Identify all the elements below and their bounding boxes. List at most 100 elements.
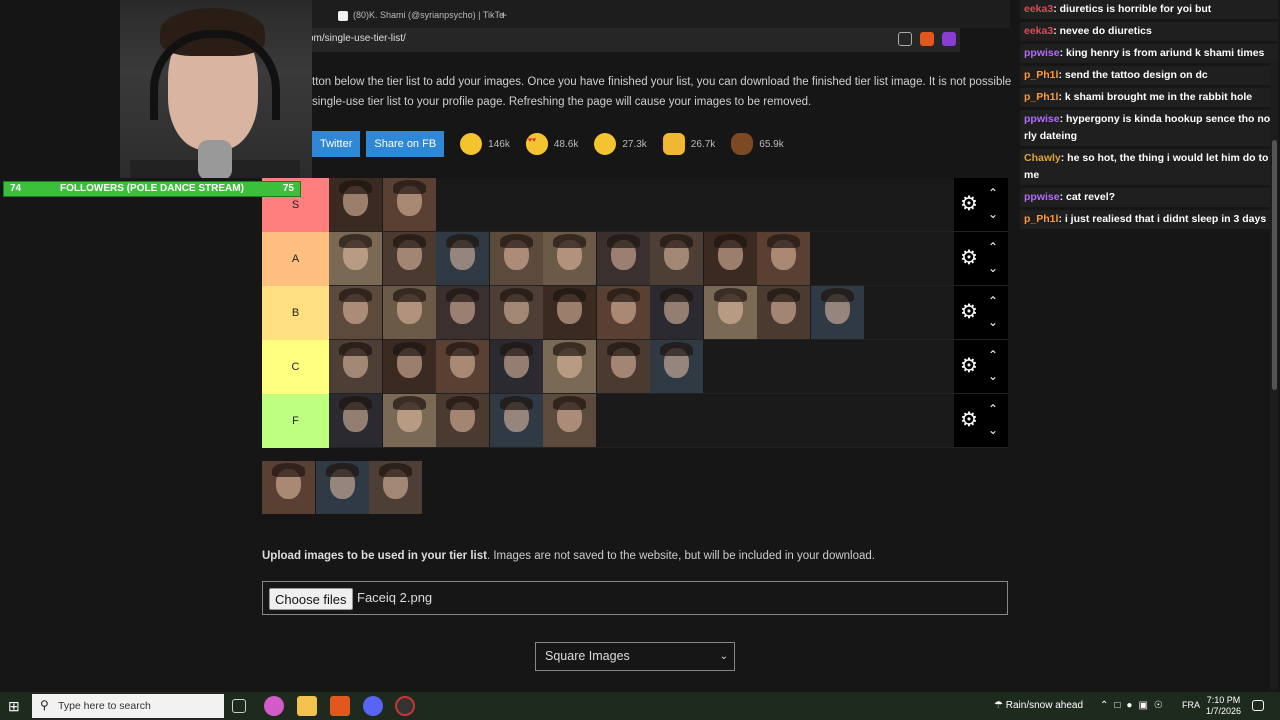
- copilot-icon[interactable]: [264, 696, 284, 716]
- tier-image[interactable]: [703, 286, 757, 339]
- reaction-count: 65.9k: [759, 138, 784, 150]
- tab-label: (80)K. Shami (@syrianpsycho) | TikTo: [353, 10, 505, 20]
- tier-image[interactable]: [543, 340, 596, 393]
- gear-icon[interactable]: ⚙: [960, 302, 980, 322]
- chevron-down-icon[interactable]: ⌄: [986, 262, 1000, 274]
- tier-image[interactable]: [650, 340, 703, 393]
- tier-image[interactable]: [382, 286, 436, 339]
- tier-items: [329, 232, 954, 285]
- tier-image[interactable]: [329, 178, 382, 231]
- follower-goal-bar: 74 FOLLOWERS (POLE DANCE STREAM) 75: [3, 181, 301, 197]
- windows-start-icon[interactable]: ⊞: [8, 699, 22, 713]
- reaction-smile[interactable]: 146k: [460, 133, 510, 155]
- file-input[interactable]: Choose files Faceiq 2.png: [262, 581, 1008, 615]
- tier-image[interactable]: [436, 340, 489, 393]
- address-bar[interactable]: om/single-use-tier-list/: [300, 28, 960, 52]
- chat-message: eeka3: nevee do diuretics: [1020, 22, 1278, 41]
- tier-image[interactable]: [436, 394, 489, 447]
- discord-icon[interactable]: [363, 696, 383, 716]
- tier-image[interactable]: [329, 340, 382, 393]
- share-icon[interactable]: [898, 32, 912, 46]
- tier-image[interactable]: [436, 232, 489, 285]
- reaction-raised-hands[interactable]: 26.7k: [662, 133, 715, 155]
- taskbar-search[interactable]: ⚲ Type here to search: [32, 694, 224, 718]
- chevron-up-icon[interactable]: ⌃: [986, 403, 1000, 415]
- tier-image[interactable]: [329, 286, 382, 339]
- reaction-heart-eyes[interactable]: 48.6k: [525, 133, 578, 155]
- pool-image[interactable]: [315, 461, 369, 514]
- pool-image[interactable]: [262, 461, 315, 514]
- chat-message: eeka3: diuretics is horrible for yoi but: [1020, 0, 1278, 19]
- gear-icon[interactable]: ⚙: [960, 410, 980, 430]
- choose-files-button[interactable]: Choose files: [269, 588, 353, 610]
- weather-text: Rain/snow ahead: [1005, 700, 1084, 711]
- chevron-up-icon[interactable]: ⌃: [986, 241, 1000, 253]
- chevron-down-icon[interactable]: ⌄: [986, 424, 1000, 436]
- chevron-up-icon[interactable]: ⌃: [986, 295, 1000, 307]
- chevron-up-icon[interactable]: ⌃: [986, 187, 1000, 199]
- tier-image[interactable]: [489, 232, 543, 285]
- tier-image[interactable]: [810, 286, 864, 339]
- tier-label[interactable]: C: [262, 340, 329, 394]
- tier-image[interactable]: [757, 232, 810, 285]
- tier-image[interactable]: [329, 232, 382, 285]
- tier-image[interactable]: [596, 340, 650, 393]
- tier-image[interactable]: [757, 286, 810, 339]
- tier-image[interactable]: [650, 232, 703, 285]
- weather-widget[interactable]: ☂ Rain/snow ahead: [994, 700, 1083, 711]
- brave-shield-icon[interactable]: [920, 32, 934, 46]
- chat-text: : he so hot, the thing i would let him d…: [1024, 152, 1269, 181]
- search-icon: ⚲: [40, 698, 49, 712]
- language-indicator[interactable]: FRA: [1182, 700, 1200, 710]
- gear-icon[interactable]: ⚙: [960, 194, 980, 214]
- tier-image[interactable]: [382, 340, 436, 393]
- tier-image[interactable]: [543, 286, 596, 339]
- chevron-down-icon[interactable]: ⌄: [986, 370, 1000, 382]
- reaction-poop[interactable]: 65.9k: [731, 133, 784, 155]
- new-tab-button[interactable]: +: [500, 4, 507, 26]
- tier-label[interactable]: F: [262, 394, 329, 448]
- tier-label[interactable]: A: [262, 232, 329, 286]
- file-explorer-icon[interactable]: [297, 696, 317, 716]
- tier-image[interactable]: [543, 232, 596, 285]
- scrollbar-thumb[interactable]: [1272, 140, 1277, 390]
- tier-image[interactable]: [650, 286, 703, 339]
- chevron-up-icon[interactable]: ⌃: [986, 349, 1000, 361]
- upload-instructions: Upload images to be used in your tier li…: [262, 550, 875, 562]
- gear-icon[interactable]: ⚙: [960, 356, 980, 376]
- tier-image[interactable]: [436, 286, 489, 339]
- chevron-down-icon[interactable]: ⌄: [986, 208, 1000, 220]
- task-view-icon[interactable]: [232, 699, 246, 713]
- chat-username: Chawly: [1024, 152, 1061, 164]
- pool-image[interactable]: [369, 461, 422, 514]
- tier-image[interactable]: [543, 394, 596, 447]
- notification-icon[interactable]: [1252, 700, 1264, 711]
- tier-items: [329, 340, 954, 393]
- obs-icon[interactable]: [395, 696, 415, 716]
- reaction-laugh[interactable]: 27.3k: [594, 133, 647, 155]
- tier-row: S ⚙ ⌃ ⌄: [262, 178, 1008, 232]
- tier-image[interactable]: [489, 340, 543, 393]
- brave-icon[interactable]: [330, 696, 350, 716]
- share-facebook-button[interactable]: Share on FB: [366, 131, 445, 157]
- tier-image[interactable]: [596, 286, 650, 339]
- brave-rewards-icon[interactable]: [942, 32, 956, 46]
- tier-label[interactable]: B: [262, 286, 329, 340]
- gear-icon[interactable]: ⚙: [960, 248, 980, 268]
- tier-image[interactable]: [382, 178, 436, 231]
- chevron-down-icon[interactable]: ⌄: [986, 316, 1000, 328]
- tier-image[interactable]: [489, 286, 543, 339]
- tier-image[interactable]: [703, 232, 757, 285]
- tier-image[interactable]: [329, 394, 382, 447]
- intro-line-2: single-use tier list to your profile pag…: [312, 96, 812, 108]
- tier-row: F ⚙ ⌃ ⌄: [262, 394, 1008, 448]
- share-twitter-button[interactable]: Twitter: [312, 131, 361, 157]
- tier-image[interactable]: [596, 232, 650, 285]
- image-shape-select[interactable]: Square Images ⌄: [535, 642, 735, 671]
- clock[interactable]: 7:10 PM 1/7/2026: [1206, 695, 1241, 717]
- system-tray-icons[interactable]: ⌃□●▣☉: [1100, 700, 1169, 711]
- tier-image[interactable]: [489, 394, 543, 447]
- tier-image[interactable]: [382, 394, 436, 447]
- tier-image[interactable]: [382, 232, 436, 285]
- tab-tiktok[interactable]: (80)K. Shami (@syrianpsycho) | TikTo: [338, 4, 504, 26]
